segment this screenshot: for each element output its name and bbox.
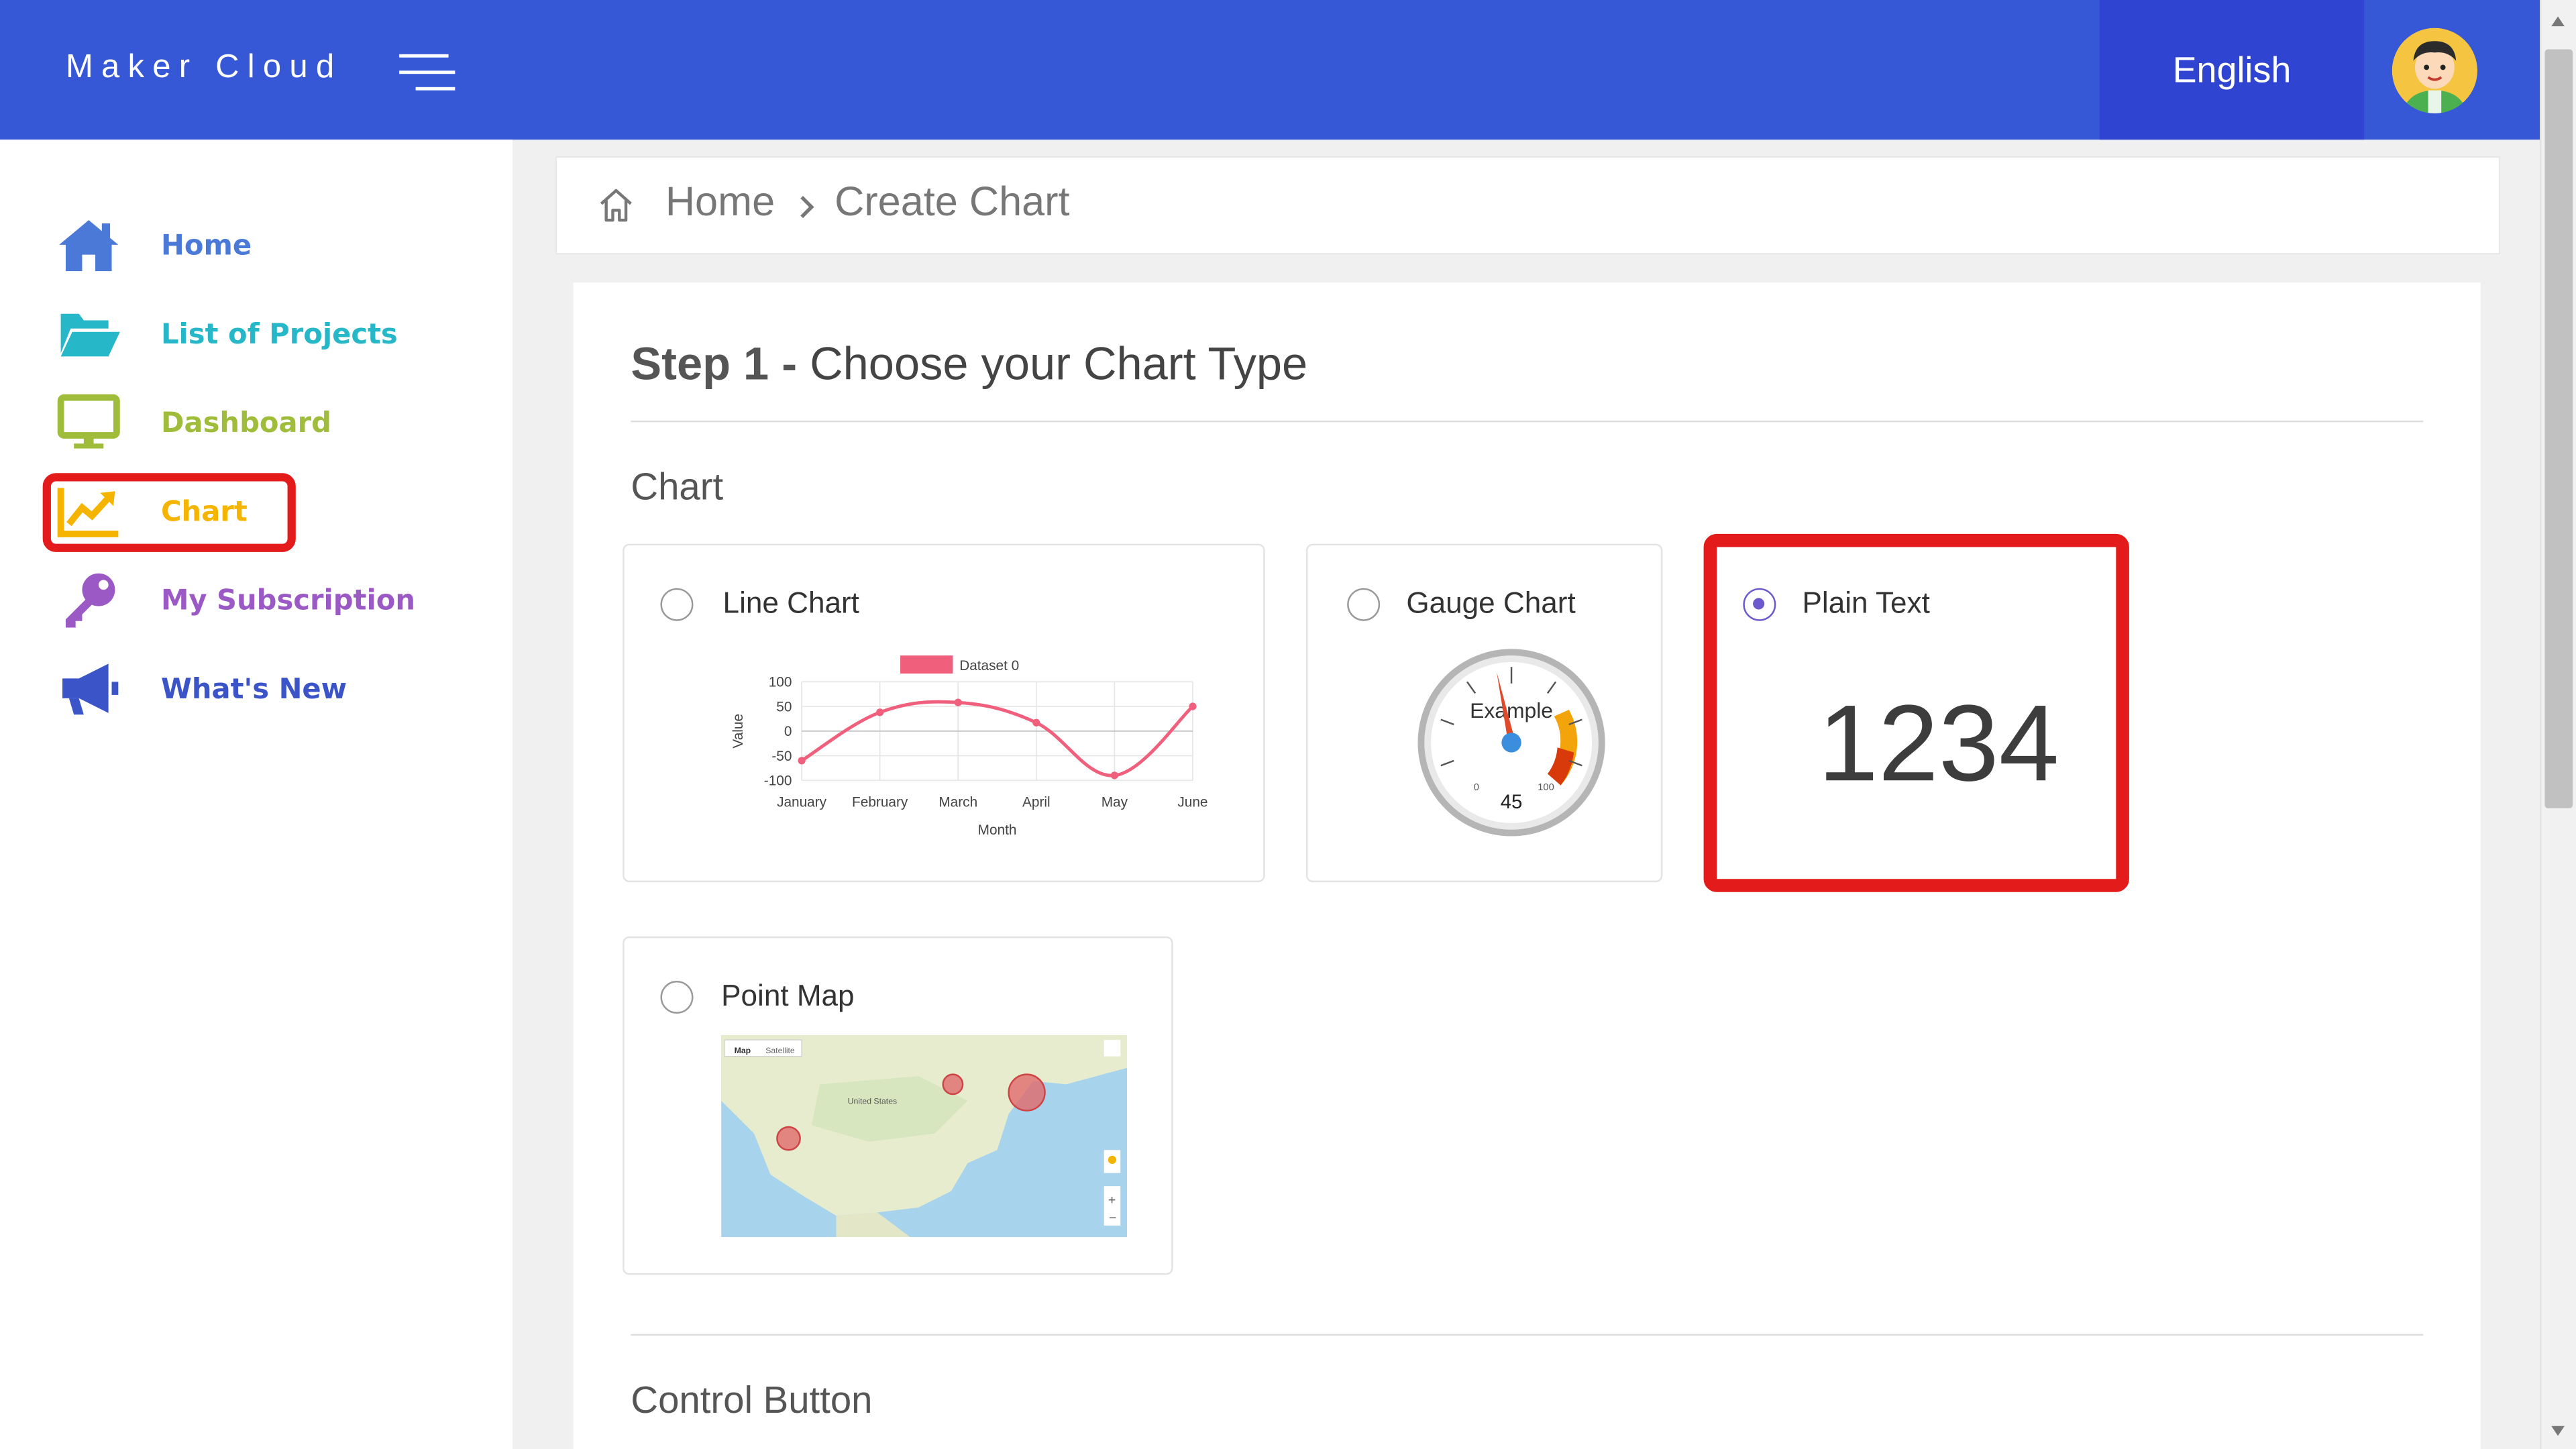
option-point-map[interactable]: Point Map Map Satellite United States + … [623,936,1173,1275]
section-title-control-button: Control Button [631,1378,873,1421]
gauge-preview: Example 0 100 45 [1417,649,1605,837]
divider [631,1334,2424,1336]
step-heading: Choose your Chart Type [810,338,1308,390]
legend-label: Dataset 0 [959,658,1019,674]
map-country-label: United States [848,1097,897,1106]
key-icon [65,573,115,628]
x-tick-label: February [852,794,908,810]
monitor-icon [57,394,120,449]
sidebar-item-label: Home [161,229,252,263]
x-tick-label: June [1177,794,1208,810]
y-tick-label: 50 [776,699,792,714]
scrollbar-thumb[interactable] [2544,49,2573,808]
map-preview: Map Satellite United States + − [721,1034,1128,1238]
gauge-label: Example [1470,698,1553,722]
breadcrumb: Home Create Chart [555,156,2501,255]
map-tab-map: Map [735,1046,751,1055]
home-icon [59,220,119,272]
x-tick-label: January [777,794,827,810]
sidebar-item-list-of-projects[interactable]: List of Projects [49,297,476,370]
option-label: Point Map [721,979,855,1012]
option-gauge-chart[interactable]: Gauge Chart Example 0 100 45 [1305,543,1663,883]
chevron-right-icon [800,195,814,219]
legend-swatch [900,655,953,674]
scroll-down-arrow-icon[interactable] [2551,1426,2565,1436]
gauge-value: 45 [1501,791,1523,813]
step-title: Step 1 - Choose your Chart Type [631,338,1307,390]
sidebar-item-label: My Subscription [161,584,415,618]
sidebar-item-label: What's New [161,674,347,707]
y-tick-label: 0 [784,724,792,739]
data-point [954,698,962,706]
language-selector[interactable]: English [2099,0,2365,140]
line-chart-preview: 100 50 0 -50 -100 January February March April Ma… [731,655,1208,838]
breadcrumb-home[interactable]: Home [665,179,775,227]
gauge-max: 100 [1538,782,1554,793]
sidebar-item-label: List of Projects [161,319,398,352]
option-label: Line Chart [722,586,859,620]
gauge-min: 0 [1474,782,1479,793]
chart-nav-highlight [42,473,296,552]
y-axis-title: Value [731,714,746,749]
home-outline-icon[interactable] [596,187,636,223]
sidebar-item-dashboard[interactable]: Dashboard [49,386,476,459]
x-tick-label: March [938,794,977,810]
svg-text:−: − [1109,1211,1116,1226]
data-point [798,757,806,765]
divider [631,420,2424,423]
folder-open-icon [60,313,120,357]
data-point [876,708,884,716]
sidebar-item-home[interactable]: Home [49,209,476,281]
radio-line-chart[interactable] [660,588,694,621]
series-line [800,700,1194,777]
sidebar-item-whats-new[interactable]: What's New [49,652,476,724]
data-point [1110,771,1119,780]
section-title-chart: Chart [631,465,724,508]
megaphone-icon [62,663,119,715]
sidebar-item-label: Dashboard [161,407,331,441]
data-point [1032,718,1040,727]
breadcrumb-current: Create Chart [835,178,1070,225]
data-point [1189,702,1197,710]
y-tick-label: -50 [771,749,792,764]
option-line-chart[interactable]: Line Chart 100 50 0 -50 -100 January February M… [623,543,1265,883]
step-number: Step 1 [631,338,769,390]
user-avatar[interactable] [2392,28,2478,113]
sidebar-item-my-subscription[interactable]: My Subscription [49,564,476,636]
x-axis-title: Month [978,822,1017,838]
app-brand[interactable]: Maker Cloud [66,49,342,87]
radio-point-map[interactable] [660,981,694,1014]
x-tick-label: May [1102,794,1128,810]
step-separator: - [782,338,798,390]
x-tick-label: April [1022,794,1051,810]
y-tick-label: 100 [769,675,792,690]
scroll-up-arrow-icon[interactable] [2551,16,2565,27]
radio-gauge-chart[interactable] [1347,588,1381,621]
option-label: Gauge Chart [1406,586,1576,620]
menu-toggle-icon[interactable] [399,54,455,91]
svg-text:+: + [1108,1193,1116,1208]
y-tick-label: -100 [764,773,792,789]
plain-text-highlight [1703,533,2129,892]
map-tab-satellite: Satellite [765,1046,795,1055]
